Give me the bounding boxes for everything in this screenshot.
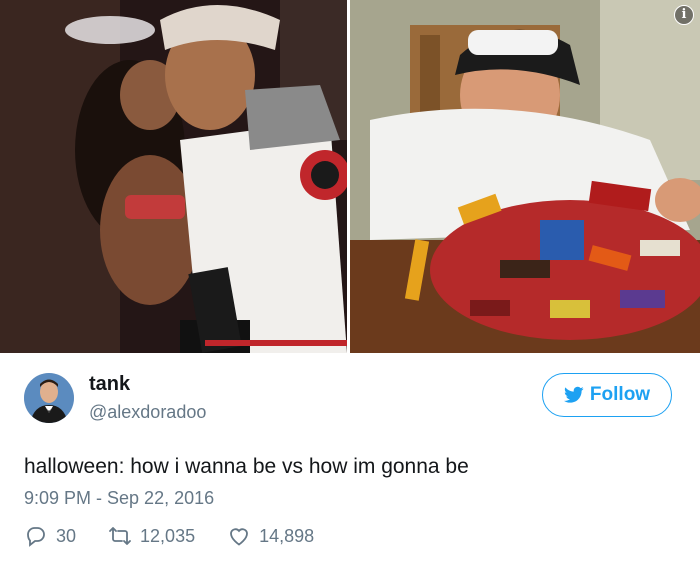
candy-photo-illustration	[350, 0, 700, 353]
reply-button[interactable]: 30	[24, 524, 76, 548]
display-name[interactable]: tank	[89, 372, 206, 396]
left-photo[interactable]: i	[0, 0, 347, 353]
info-icon[interactable]: i	[674, 5, 694, 25]
reply-icon	[27, 527, 45, 547]
retweet-icon	[109, 527, 131, 545]
heart-icon	[230, 528, 248, 546]
avatar[interactable]	[24, 373, 74, 423]
tweet-author[interactable]: tank @alexdoradoo	[24, 372, 206, 424]
user-handle[interactable]: @alexdoradoo	[89, 400, 206, 424]
author-names: tank @alexdoradoo	[89, 372, 206, 424]
tweet-actions: 30 12,035 14,898	[24, 524, 346, 548]
retweet-count: 12,035	[140, 525, 196, 546]
avatar-image	[24, 373, 74, 423]
twitter-bird-icon	[563, 386, 584, 403]
tweet-media: i i	[0, 0, 700, 353]
like-button[interactable]: 14,898	[227, 524, 314, 548]
follow-label: Follow	[589, 384, 651, 405]
tweet-timestamp[interactable]: 9:09 PM - Sep 22, 2016	[24, 485, 214, 511]
follow-button[interactable]: Follow	[542, 373, 672, 417]
retweet-button[interactable]: 12,035	[108, 524, 195, 548]
costume-photo-illustration	[0, 0, 347, 353]
tweet-text: halloween: how i wanna be vs how im gonn…	[24, 455, 469, 478]
like-count: 14,898	[259, 525, 315, 546]
reply-count: 30	[56, 525, 77, 546]
right-photo[interactable]: i	[350, 0, 700, 353]
